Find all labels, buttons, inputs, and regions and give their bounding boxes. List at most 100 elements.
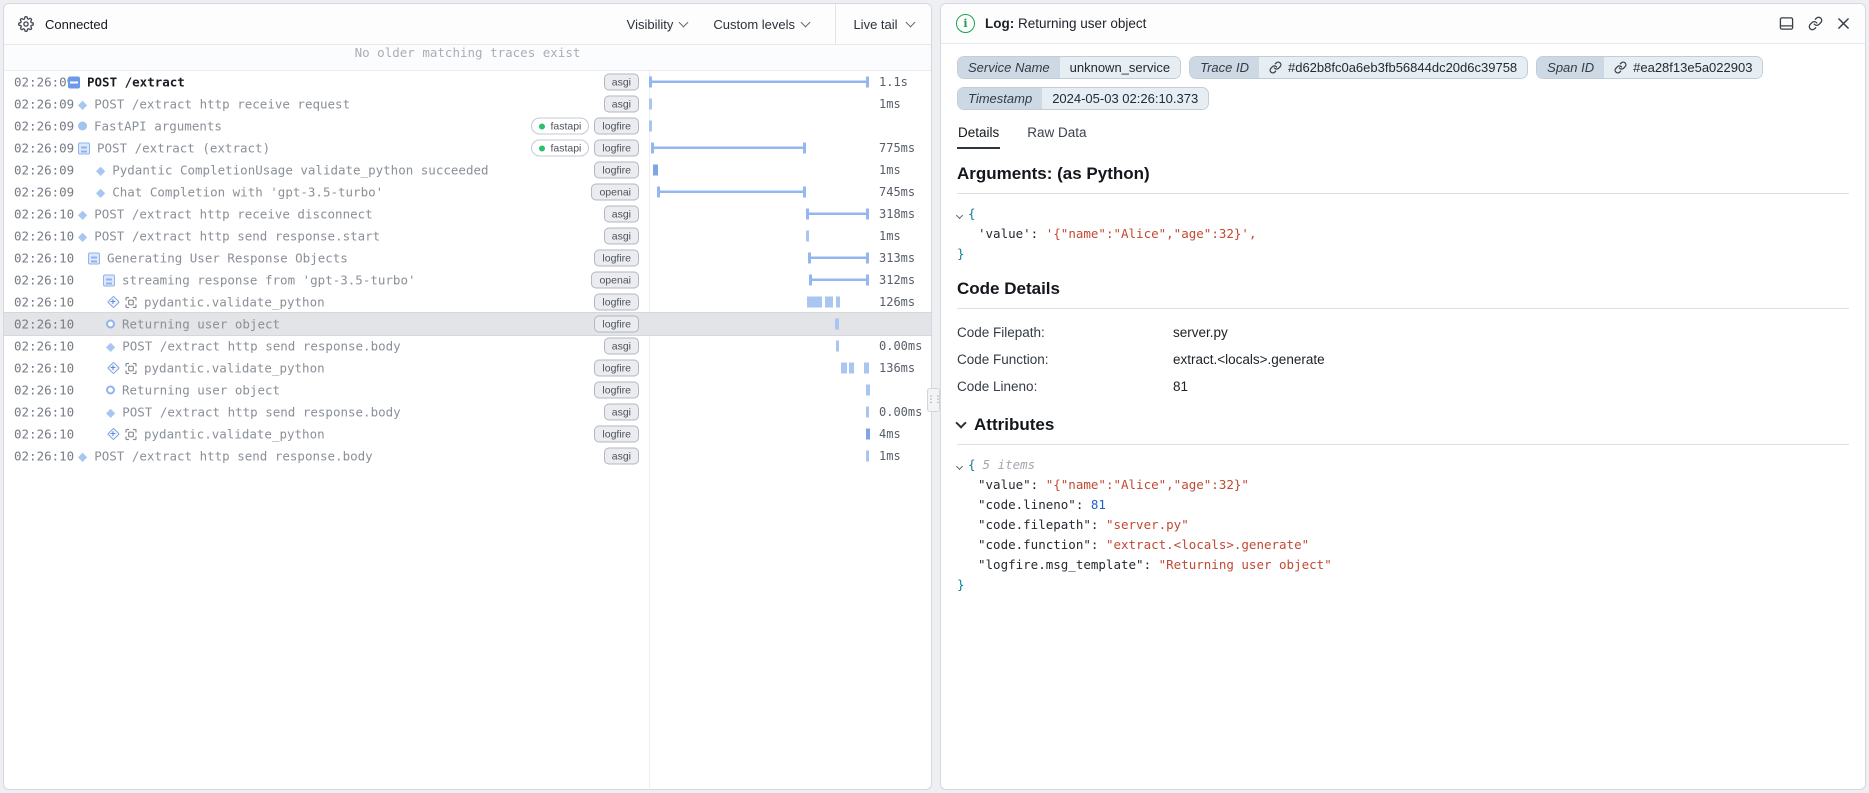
tag-asgi: asgi bbox=[604, 448, 639, 465]
panel-resize-handle[interactable]: ⋮⋮ bbox=[927, 388, 940, 412]
trace-timestamp: 02:26:10 bbox=[14, 317, 74, 332]
divider bbox=[957, 444, 1849, 445]
chevron-down-icon bbox=[905, 18, 915, 28]
attribute-key: "logfire.msg_template": bbox=[978, 555, 1159, 575]
trace-timeline bbox=[649, 335, 871, 357]
trace-tags: asgi bbox=[604, 96, 639, 113]
trace-row[interactable]: 02:26:10◆POST /extract http send respons… bbox=[4, 445, 931, 467]
code-detail-row: Code Function:extract.<locals>.generate bbox=[957, 346, 1849, 373]
badge-value-text: #d62b8fc0a6eb3fb56844dc20d6c39758 bbox=[1288, 60, 1517, 75]
trace-tags: logfire bbox=[594, 316, 639, 333]
attribute-key: "code.filepath": bbox=[978, 515, 1106, 535]
trace-row[interactable]: 02:26:09◆Chat Completion with 'gpt-3.5-t… bbox=[4, 181, 931, 203]
trace-row[interactable]: 02:26:09FastAPI argumentsfastapilogfire bbox=[4, 115, 931, 137]
chevron-down-icon bbox=[801, 18, 811, 28]
trace-row[interactable]: 02:26:10Returning user objectlogfire bbox=[4, 313, 931, 335]
attributes-heading: Attributes bbox=[957, 415, 1849, 435]
trace-duration-label: 775ms bbox=[879, 141, 915, 155]
trace-row[interactable]: 02:26:09◆POST /extract http receive requ… bbox=[4, 93, 931, 115]
attribute-entry: "code.function": "extract.<locals>.gener… bbox=[957, 535, 1849, 555]
trace-duration-tick bbox=[866, 407, 869, 418]
tag-asgi: asgi bbox=[604, 96, 639, 113]
trace-row[interactable]: 02:26:09POST /extract (extract)fastapilo… bbox=[4, 137, 931, 159]
tab-details[interactable]: Details bbox=[957, 122, 1000, 149]
trace-tags: asgi bbox=[604, 448, 639, 465]
tag-logfire: logfire bbox=[594, 382, 639, 399]
trace-row[interactable]: 02:26:10Returning user objectlogfire bbox=[4, 379, 931, 401]
frame-icon bbox=[125, 428, 137, 440]
detail-title-text: Returning user object bbox=[1018, 16, 1146, 31]
trace-row[interactable]: 02:26:10◆POST /extract http send respons… bbox=[4, 401, 931, 423]
trace-row[interactable]: 02:26:10+pydantic.validate_pythonlogfire… bbox=[4, 423, 931, 445]
trace-row[interactable]: 02:26:10+pydantic.validate_pythonlogfire… bbox=[4, 291, 931, 313]
trace-row[interactable]: 02:26:10streaming response from 'gpt-3.5… bbox=[4, 269, 931, 291]
trace-tags: asgi bbox=[604, 74, 639, 91]
argument-value: '{"name":"Alice","age":32}', bbox=[1046, 224, 1257, 244]
trace-row[interactable]: 02:26:10◆POST /extract http send respons… bbox=[4, 225, 931, 247]
close-brace: } bbox=[957, 575, 965, 595]
trace-duration-bar bbox=[657, 187, 806, 198]
diamond-plus-icon: + bbox=[106, 427, 120, 441]
trace-duration-block bbox=[841, 363, 847, 374]
badge-label: Trace ID bbox=[1190, 57, 1259, 78]
trace-timestamp: 02:26:09 bbox=[14, 163, 74, 178]
trace-explorer-header: Connected Visibility Custom levels Live … bbox=[4, 4, 931, 45]
custom-levels-dropdown[interactable]: Custom levels bbox=[713, 4, 809, 44]
panel-layout-icon[interactable] bbox=[1779, 16, 1794, 31]
badge-label: Span ID bbox=[1537, 57, 1604, 78]
span-icon bbox=[103, 274, 115, 286]
close-icon[interactable] bbox=[1837, 17, 1850, 30]
badge-value[interactable]: #ea28f13e5a022903 bbox=[1604, 57, 1762, 78]
attribute-value: 81 bbox=[1091, 495, 1106, 515]
trace-tags: openai bbox=[591, 272, 639, 289]
trace-duration-label: 136ms bbox=[879, 361, 915, 375]
trace-label: POST /extract http send response.body bbox=[122, 339, 400, 354]
trace-tags: logfire bbox=[594, 250, 639, 267]
code-detail-label: Code Filepath: bbox=[957, 319, 1173, 346]
trace-timeline bbox=[649, 71, 871, 93]
trace-row[interactable]: 02:26:10+pydantic.validate_pythonlogfire… bbox=[4, 357, 931, 379]
frame-icon bbox=[125, 296, 137, 308]
trace-label: Generating User Response Objects bbox=[107, 251, 348, 266]
trace-row[interactable]: 02:26:09 ◆Pydantic CompletionUsage valida… bbox=[4, 159, 931, 181]
trace-timeline bbox=[649, 423, 871, 445]
trace-tags: logfire bbox=[594, 360, 639, 377]
trace-row-main: Generating User Response Objects bbox=[88, 251, 348, 266]
live-tail-dropdown[interactable]: Live tail bbox=[835, 4, 931, 44]
trace-timestamp: 02:26:10 bbox=[14, 295, 74, 310]
trace-tags: asgi bbox=[604, 228, 639, 245]
tag-asgi: asgi bbox=[604, 74, 639, 91]
detail-panel: i Log: Returning user object Service Nam… bbox=[940, 3, 1866, 790]
collapse-chevron-icon[interactable] bbox=[956, 212, 963, 219]
trace-row[interactable]: 02:26:10Generating User Response Objects… bbox=[4, 247, 931, 269]
arguments-heading: Arguments: (as Python) bbox=[957, 164, 1849, 184]
gear-icon[interactable] bbox=[18, 16, 34, 32]
trace-tags: logfire bbox=[594, 162, 639, 179]
validate-python-icon: + bbox=[106, 295, 137, 309]
trace-row-main: ◆Pydantic CompletionUsage validate_pytho… bbox=[96, 163, 489, 178]
trace-duration-bar bbox=[806, 209, 869, 220]
tab-raw-data[interactable]: Raw Data bbox=[1026, 122, 1087, 149]
trace-row-main: ◆POST /extract http send response.start bbox=[78, 229, 380, 244]
attribute-entry: "code.lineno": 81 bbox=[957, 495, 1849, 515]
trace-label: POST /extract (extract) bbox=[97, 141, 270, 156]
collapse-chevron-icon[interactable] bbox=[955, 417, 966, 428]
span-icon bbox=[88, 252, 100, 264]
timestamp-badge: Timestamp2024-05-03 02:26:10.373 bbox=[957, 87, 1209, 110]
trace-timestamp: 02:26:09 bbox=[14, 141, 74, 156]
code-details-heading: Code Details bbox=[957, 279, 1849, 299]
trace-row[interactable]: 02:26:10◆POST /extract http send respons… bbox=[4, 335, 931, 357]
visibility-dropdown[interactable]: Visibility bbox=[627, 4, 688, 44]
link-icon[interactable] bbox=[1808, 16, 1823, 31]
badge-label: Service Name bbox=[958, 57, 1060, 78]
detail-title: Log: Returning user object bbox=[985, 16, 1146, 31]
trace-row[interactable]: 02:26:09POST /extractasgi1.1s bbox=[4, 71, 931, 93]
trace-row[interactable]: 02:26:10◆POST /extract http receive disc… bbox=[4, 203, 931, 225]
collapse-chevron-icon[interactable] bbox=[956, 463, 963, 470]
badge-value[interactable]: #d62b8fc0a6eb3fb56844dc20d6c39758 bbox=[1259, 57, 1527, 78]
link-icon[interactable] bbox=[1614, 61, 1627, 74]
link-icon[interactable] bbox=[1269, 61, 1282, 74]
trace-timeline bbox=[649, 291, 871, 313]
badge-value-text: 2024-05-03 02:26:10.373 bbox=[1052, 91, 1198, 106]
trace-row-main: Returning user object bbox=[106, 383, 280, 398]
